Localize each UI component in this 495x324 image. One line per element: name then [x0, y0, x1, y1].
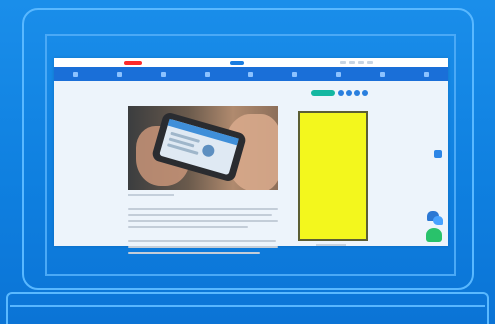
nav-item[interactable]	[379, 71, 385, 77]
green-tab-icon[interactable]	[426, 228, 442, 242]
nav-item[interactable]	[248, 71, 254, 77]
nav-item[interactable]	[160, 71, 166, 77]
site-logo[interactable]	[230, 61, 244, 65]
share-icon[interactable]	[354, 90, 360, 96]
ad-caption	[316, 244, 346, 246]
red-logo-pill[interactable]	[124, 61, 142, 65]
nav-item[interactable]	[423, 71, 429, 77]
laptop-base	[6, 292, 489, 324]
sidebar-advertisement[interactable]	[298, 111, 368, 241]
share-icon[interactable]	[338, 90, 344, 96]
nav-item[interactable]	[204, 71, 210, 77]
nav-item[interactable]	[73, 71, 79, 77]
browser-viewport	[54, 58, 448, 254]
article-hero-image	[128, 106, 278, 190]
phone-avatar	[200, 143, 216, 159]
share-icon[interactable]	[362, 90, 368, 96]
header-utility-links[interactable]	[340, 61, 380, 64]
share-toolbar[interactable]	[311, 90, 335, 96]
share-icon[interactable]	[346, 90, 352, 96]
nav-item[interactable]	[117, 71, 123, 77]
laptop-base-edge	[10, 305, 485, 307]
article-body-text	[128, 208, 280, 258]
image-caption	[128, 194, 174, 196]
nav-item[interactable]	[335, 71, 341, 77]
side-button-icon[interactable]	[434, 150, 442, 158]
main-navigation	[54, 67, 448, 81]
chat-bubble-secondary-icon[interactable]	[433, 216, 443, 225]
nav-item[interactable]	[292, 71, 298, 77]
